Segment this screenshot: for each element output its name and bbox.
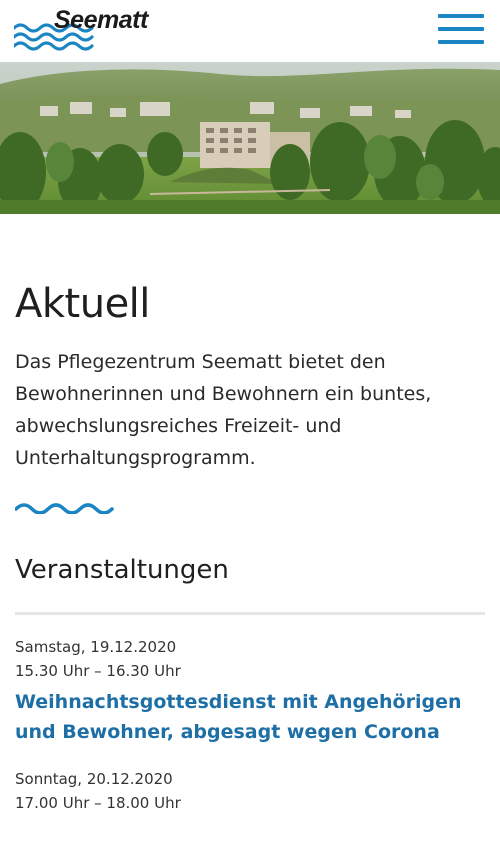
events-section-title: Veranstaltungen bbox=[15, 555, 229, 585]
event-item: Sonntag, 20.12.2020 17.00 Uhr – 18.00 Uh… bbox=[15, 767, 485, 815]
event-item: Samstag, 19.12.2020 15.30 Uhr – 16.30 Uh… bbox=[15, 635, 485, 747]
building-landscape-photo bbox=[0, 62, 500, 214]
main-content: Aktuell Das Pflegezentrum Seematt bietet… bbox=[15, 270, 485, 815]
event-date: Samstag, 19.12.2020 bbox=[15, 638, 177, 656]
intro-text: Das Pflegezentrum Seematt bietet den Bew… bbox=[15, 351, 432, 469]
logo-text: Seematt bbox=[54, 6, 148, 34]
page-title: Aktuell bbox=[15, 281, 150, 327]
event-date: Sonntag, 20.12.2020 bbox=[15, 770, 173, 788]
wave-divider-icon bbox=[15, 503, 114, 514]
hamburger-menu-icon[interactable] bbox=[438, 14, 484, 46]
event-title-link[interactable]: Weihnachtsgottesdienst mit Angehörigen u… bbox=[15, 687, 485, 747]
site-header: Seematt bbox=[0, 0, 500, 62]
hero-image bbox=[0, 62, 500, 214]
event-time: 17.00 Uhr – 18.00 Uhr bbox=[15, 794, 181, 812]
site-logo[interactable]: Seematt bbox=[14, 6, 164, 51]
section-divider bbox=[15, 612, 485, 615]
event-time: 15.30 Uhr – 16.30 Uhr bbox=[15, 662, 181, 680]
